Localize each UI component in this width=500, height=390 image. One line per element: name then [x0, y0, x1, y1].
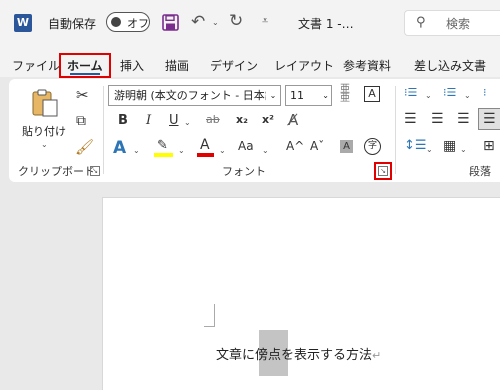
text-effects-button[interactable]: A [113, 138, 126, 158]
numbering-dropdown-icon[interactable]: ⌄ [464, 91, 471, 100]
paste-dropdown-icon[interactable]: ⌄ [41, 140, 48, 149]
text-before: 文章に [216, 348, 256, 363]
clipboard-group-label: クリップボード [18, 165, 95, 178]
format-painter-icon[interactable]: 🖌 [75, 138, 94, 156]
align-center-icon[interactable]: ☰ [431, 111, 444, 127]
change-case-dropdown-icon[interactable]: ⌄ [262, 146, 269, 155]
shrink-font-button[interactable]: Aˇ [310, 139, 324, 153]
align-left-icon[interactable]: ☰ [404, 111, 417, 127]
tab-layout[interactable]: レイアウト [274, 57, 334, 74]
search-placeholder[interactable]: 検索 [446, 15, 470, 32]
tab-draw[interactable]: 描画 [165, 57, 189, 74]
highlighter-dropdown-icon[interactable]: ⌄ [178, 146, 185, 155]
align-right-icon[interactable]: ☰ [457, 111, 470, 127]
grow-font-button[interactable]: A^ [286, 139, 304, 153]
paragraph-mark: ↵ [372, 349, 382, 362]
font-color-button[interactable]: A [200, 137, 210, 153]
margin-corner-mark [204, 304, 215, 327]
highlighter-icon[interactable]: ✎ [157, 138, 168, 153]
shading-icon[interactable]: ▦ [443, 138, 456, 154]
strikethrough-button[interactable]: ab [206, 113, 220, 126]
line-spacing-icon[interactable]: ↕☰ [404, 138, 427, 153]
char-shading-button[interactable]: A [340, 140, 353, 153]
font-size-dropdown-icon[interactable]: ⌄ [322, 86, 329, 105]
tab-file[interactable]: ファイル [12, 57, 60, 74]
copy-icon[interactable]: ⧉ [76, 113, 86, 129]
numbering-icon[interactable]: ⁝☰ [443, 86, 456, 99]
font-color-bar [197, 153, 214, 157]
tab-references[interactable]: 参考資料 [343, 57, 391, 74]
borders-icon[interactable]: ⊞ [483, 138, 495, 154]
tab-insert[interactable]: 挿入 [120, 57, 144, 74]
font-name-box[interactable]: 游明朝 (本文のフォント - 日本語) ⌄ [108, 85, 281, 106]
clear-formatting-icon[interactable]: A̸ [288, 111, 298, 129]
line-spacing-dropdown-icon[interactable]: ⌄ [426, 145, 433, 154]
font-name-dropdown-icon[interactable]: ⌄ [266, 86, 280, 105]
divider [103, 86, 104, 174]
font-size-value: 11 [290, 89, 304, 102]
enclose-chars-button[interactable]: 字 [364, 138, 381, 155]
superscript-button[interactable]: x² [262, 113, 274, 126]
highlight-color-bar [154, 153, 173, 157]
paste-label[interactable]: 貼り付け [22, 123, 66, 139]
autosave-state: オフ [127, 17, 149, 30]
font-color-dropdown-icon[interactable]: ⌄ [219, 146, 226, 155]
document-title: 文書 1 -… [298, 17, 354, 31]
font-name-value: 游明朝 (本文のフォント - 日本語) [114, 89, 281, 102]
paste-icon[interactable] [30, 88, 60, 118]
text-after: を表示する方法 [281, 348, 373, 363]
shading-dropdown-icon[interactable]: ⌄ [460, 145, 467, 154]
justify-icon: ☰ [483, 111, 496, 127]
phonetic-guide-icon[interactable]: 亜亜 [340, 85, 350, 104]
redo-icon[interactable]: ↻ [229, 11, 243, 31]
italic-button[interactable]: I [146, 113, 151, 128]
divider [395, 86, 396, 174]
tab-design[interactable]: デザイン [210, 57, 258, 74]
subscript-button[interactable]: x₂ [236, 113, 248, 126]
undo-dropdown-icon[interactable]: ⌄ [212, 18, 219, 27]
change-case-button[interactable]: Aa [238, 139, 254, 153]
home-tab-highlight [59, 53, 111, 78]
clipboard-launcher-icon[interactable]: ↘ [90, 166, 100, 176]
customize-qat-icon[interactable]: ⩡ [262, 14, 268, 28]
char-border-icon[interactable]: A [364, 86, 380, 102]
font-size-box[interactable]: 11 ⌄ [285, 85, 332, 106]
document-text-line[interactable]: 文章に傍点を表示する方法↵ [216, 344, 381, 363]
autosave-toggle[interactable]: オフ [106, 12, 150, 32]
multilevel-list-icon[interactable]: ⁝ [483, 86, 487, 99]
bold-button[interactable]: B [118, 113, 128, 128]
undo-icon[interactable]: ↶ [191, 12, 205, 32]
bullets-icon[interactable]: ⁝☰ [404, 86, 417, 99]
text-effects-dropdown-icon[interactable]: ⌄ [133, 146, 140, 155]
search-icon: ⚲ [416, 15, 426, 30]
autosave-label: 自動保存 [48, 17, 97, 31]
cut-icon[interactable]: ✂ [76, 86, 89, 104]
font-launcher-highlight [374, 162, 392, 180]
tab-mailings[interactable]: 差し込み文書 [414, 57, 486, 74]
toggle-knob [111, 17, 121, 27]
word-logo-icon: W [14, 14, 32, 32]
underline-button[interactable]: U [169, 113, 179, 128]
paragraph-group-label: 段落 [469, 165, 491, 178]
selected-text: 傍点 [255, 348, 282, 363]
font-group-label: フォント [222, 165, 266, 178]
bullets-dropdown-icon[interactable]: ⌄ [425, 91, 432, 100]
save-icon[interactable] [162, 14, 179, 31]
underline-dropdown-icon[interactable]: ⌄ [184, 118, 191, 127]
